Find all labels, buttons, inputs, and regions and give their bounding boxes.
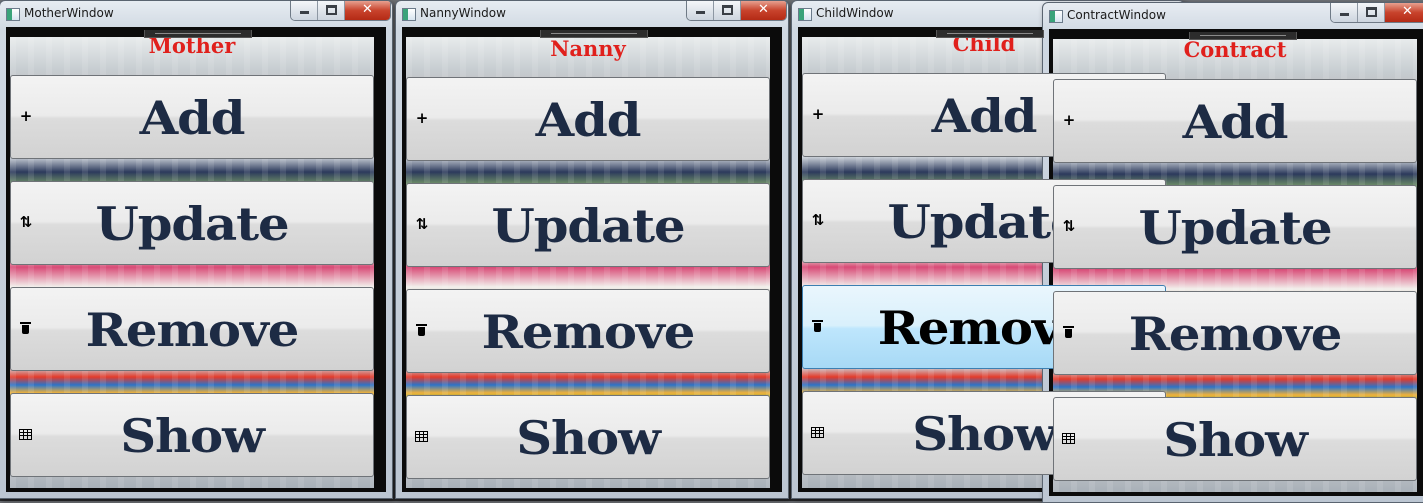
- update-button[interactable]: ⇅ Update: [406, 183, 770, 267]
- close-button[interactable]: ✕: [1385, 3, 1423, 22]
- maximize-icon: [1366, 7, 1377, 17]
- page-title: Contract: [1183, 37, 1287, 62]
- close-icon: ✕: [1402, 4, 1413, 19]
- window-content: Nanny + Add ⇅ Update Remove Show: [402, 27, 782, 492]
- title-bar[interactable]: MotherWindow ✕: [0, 1, 392, 27]
- close-button[interactable]: ✕: [741, 1, 786, 20]
- remove-button-label: Remove: [481, 305, 696, 359]
- add-button-label: Add: [1182, 95, 1289, 149]
- show-button-label: Show: [120, 409, 265, 463]
- drag-grip[interactable]: [540, 30, 648, 38]
- caption-buttons: ✕: [686, 1, 787, 21]
- window-title: NannyWindow: [420, 6, 506, 20]
- show-button-label: Show: [516, 411, 661, 465]
- window-content: Contract + Add ⇅ Update Remove Show: [1049, 29, 1423, 496]
- window-content: Mother + Add ⇅ Update Remove Show: [6, 27, 386, 492]
- show-button-label: Show: [1163, 413, 1308, 467]
- drag-grip[interactable]: [1189, 32, 1297, 40]
- caption-buttons: ✕: [1330, 3, 1423, 23]
- add-button[interactable]: + Add: [406, 77, 770, 161]
- mother-window: MotherWindow ✕ Mother + Add ⇅ Update Rem…: [0, 0, 393, 499]
- nanny-window: NannyWindow ✕ Nanny + Add ⇅ Update Remov…: [395, 0, 789, 499]
- window-icon: [1049, 10, 1063, 23]
- add-button-label: Add: [139, 91, 246, 145]
- maximize-button[interactable]: [714, 1, 741, 20]
- close-icon: ✕: [362, 2, 373, 17]
- drag-grip[interactable]: [936, 30, 1044, 38]
- add-button[interactable]: + Add: [1053, 79, 1417, 163]
- title-bar[interactable]: NannyWindow ✕: [396, 1, 788, 27]
- remove-button-label: Remove: [85, 303, 300, 357]
- maximize-icon: [326, 5, 337, 15]
- show-button[interactable]: Show: [406, 395, 770, 479]
- close-button[interactable]: ✕: [345, 1, 390, 20]
- add-button[interactable]: + Add: [10, 75, 374, 159]
- remove-button-label: Remove: [1128, 307, 1343, 361]
- window-icon: [798, 8, 812, 21]
- remove-button[interactable]: Remove: [1053, 291, 1417, 375]
- drag-grip[interactable]: [144, 30, 252, 38]
- update-button-label: Update: [1138, 201, 1332, 255]
- maximize-button[interactable]: [318, 1, 345, 20]
- remove-button[interactable]: Remove: [10, 287, 374, 371]
- window-title: ChildWindow: [816, 6, 894, 20]
- minimize-button[interactable]: [291, 1, 318, 20]
- minimize-icon: [300, 11, 309, 14]
- update-button[interactable]: ⇅ Update: [1053, 185, 1417, 269]
- remove-button[interactable]: Remove: [406, 289, 770, 373]
- caption-buttons: ✕: [290, 1, 391, 21]
- update-button-label: Update: [95, 197, 289, 251]
- window-title: ContractWindow: [1067, 8, 1166, 22]
- maximize-button[interactable]: [1358, 3, 1385, 22]
- title-bar[interactable]: ContractWindow ✕: [1043, 3, 1423, 29]
- minimize-icon: [1340, 13, 1349, 16]
- show-button[interactable]: Show: [1053, 397, 1417, 481]
- update-button[interactable]: ⇅ Update: [10, 181, 374, 265]
- window-icon: [402, 8, 416, 21]
- close-icon: ✕: [758, 2, 769, 17]
- window-title: MotherWindow: [24, 6, 114, 20]
- add-button-label: Add: [535, 93, 642, 147]
- minimize-icon: [696, 11, 705, 14]
- update-button-label: Update: [491, 199, 685, 253]
- page-title: Nanny: [550, 36, 626, 61]
- window-icon: [6, 8, 20, 21]
- minimize-button[interactable]: [687, 1, 714, 20]
- show-button[interactable]: Show: [10, 393, 374, 477]
- minimize-button[interactable]: [1331, 3, 1358, 22]
- maximize-icon: [722, 5, 733, 15]
